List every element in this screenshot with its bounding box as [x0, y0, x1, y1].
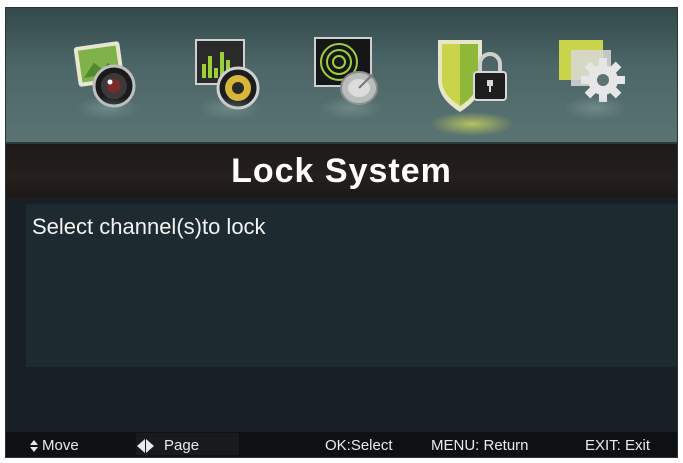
menu-label: MENU: Return — [431, 437, 529, 454]
osd-menu: Lock System Select channel(s)to lock Mov… — [5, 7, 678, 458]
move-label: Move — [42, 437, 79, 454]
ok-hint: OK:Select — [325, 437, 393, 454]
content-panel: Select channel(s)to lock — [26, 204, 677, 367]
prompt-text: Select channel(s)to lock — [32, 214, 266, 239]
tab-sound[interactable] — [190, 34, 270, 124]
page-label: Page — [164, 437, 200, 454]
tab-picture[interactable] — [68, 34, 148, 124]
menu-icon-bar — [6, 8, 677, 144]
menu-hint: MENU: Return — [431, 437, 529, 454]
tab-lock[interactable] — [430, 34, 514, 136]
footer-help-bar: Move Page OK:Select MENU: Return EXIT: E… — [6, 432, 677, 457]
lock-icon — [438, 40, 507, 112]
left-right-arrows-icon — [137, 438, 154, 453]
exit-label: EXIT: Exit — [585, 437, 651, 454]
page-hint: Page — [137, 437, 199, 454]
title-bar: Lock System — [6, 144, 677, 198]
up-down-arrows-icon — [30, 439, 38, 452]
move-hint: Move — [30, 437, 79, 454]
exit-hint: EXIT: Exit — [585, 437, 650, 454]
tab-setup[interactable] — [555, 34, 635, 124]
tab-channel[interactable] — [311, 34, 391, 124]
ok-label: OK:Select — [325, 437, 393, 454]
page-title: Lock System — [231, 151, 452, 190]
